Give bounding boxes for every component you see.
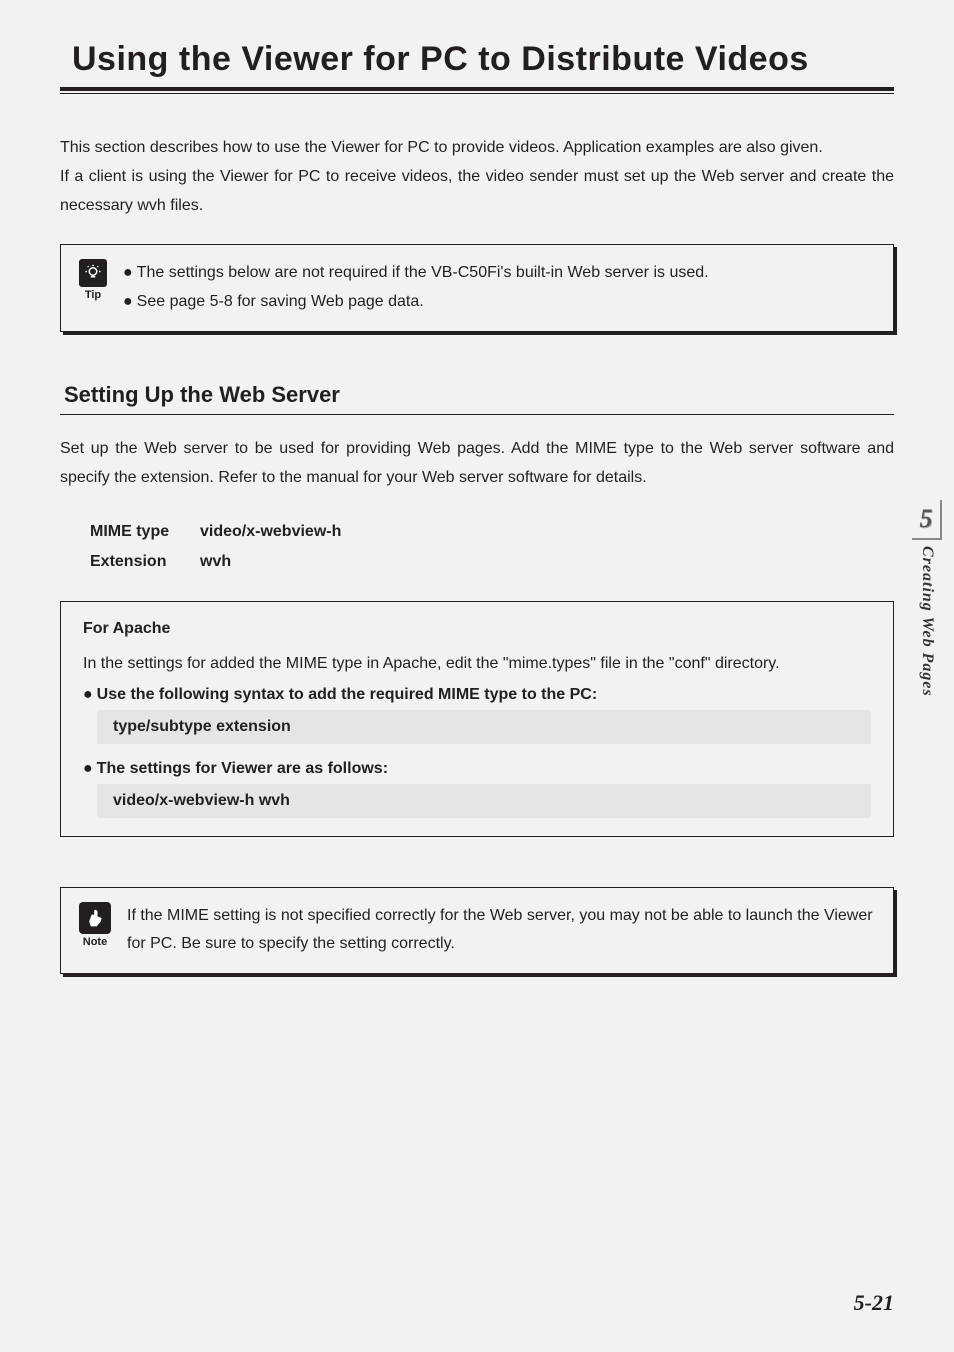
apache-title: For Apache <box>83 620 871 638</box>
mime-table: MIME type video/x-webview-h Extension wv… <box>90 517 894 578</box>
section-heading: Setting Up the Web Server <box>60 382 894 415</box>
intro-p2: If a client is using the Viewer for PC t… <box>60 163 894 221</box>
lightbulb-icon <box>79 259 107 287</box>
code-box-1: type/subtype extension <box>97 710 871 744</box>
extension-key: Extension <box>90 547 200 577</box>
bullet-icon: ● <box>123 293 133 310</box>
section-intro: Set up the Web server to be used for pro… <box>60 435 894 493</box>
tip-line1: The settings below are not required if t… <box>137 264 709 281</box>
bullet-icon: ● <box>123 264 133 281</box>
tip-icon-block: Tip <box>79 259 107 301</box>
page-number: 5-21 <box>854 1290 894 1316</box>
note-label: Note <box>83 936 107 948</box>
bullet-icon: ● <box>83 760 93 778</box>
intro-block: This section describes how to use the Vi… <box>60 134 894 220</box>
mime-type-key: MIME type <box>90 517 200 547</box>
note-icon-block: Note <box>79 902 111 948</box>
mime-type-val: video/x-webview-h <box>200 517 341 547</box>
page-title: Using the Viewer for PC to Distribute Vi… <box>60 40 894 87</box>
chapter-title: Creating Web Pages <box>918 546 936 697</box>
extension-val: wvh <box>200 547 231 577</box>
bullet-icon: ● <box>83 686 93 704</box>
hand-icon <box>79 902 111 934</box>
intro-p1: This section describes how to use the Vi… <box>60 134 894 163</box>
note-body: If the MIME setting is not specified cor… <box>127 902 875 960</box>
tip-label: Tip <box>85 289 101 301</box>
apache-item2-text: The settings for Viewer are as follows: <box>97 760 388 778</box>
table-row: Extension wvh <box>90 547 894 577</box>
apache-item1-text: Use the following syntax to add the requ… <box>97 686 597 704</box>
apache-desc: In the settings for added the MIME type … <box>83 650 871 677</box>
tip-body: ●The settings below are not required if … <box>123 259 875 317</box>
code-box-2: video/x-webview-h wvh <box>97 784 871 818</box>
apache-item1: ● Use the following syntax to add the re… <box>83 686 871 704</box>
chapter-num-wrap: 5 <box>912 500 942 540</box>
tip-line2: See page 5-8 for saving Web page data. <box>137 293 424 310</box>
title-rule-thick <box>60 87 894 91</box>
title-rule-thin <box>60 93 894 94</box>
note-callout: Note If the MIME setting is not specifie… <box>60 887 894 975</box>
chapter-number: 5 <box>920 504 933 534</box>
apache-frame: For Apache In the settings for added the… <box>60 601 894 836</box>
chapter-tab: 5 Creating Web Pages <box>912 500 942 697</box>
apache-item2: ● The settings for Viewer are as follows… <box>83 760 871 778</box>
table-row: MIME type video/x-webview-h <box>90 517 894 547</box>
tip-callout: Tip ●The settings below are not required… <box>60 244 894 332</box>
